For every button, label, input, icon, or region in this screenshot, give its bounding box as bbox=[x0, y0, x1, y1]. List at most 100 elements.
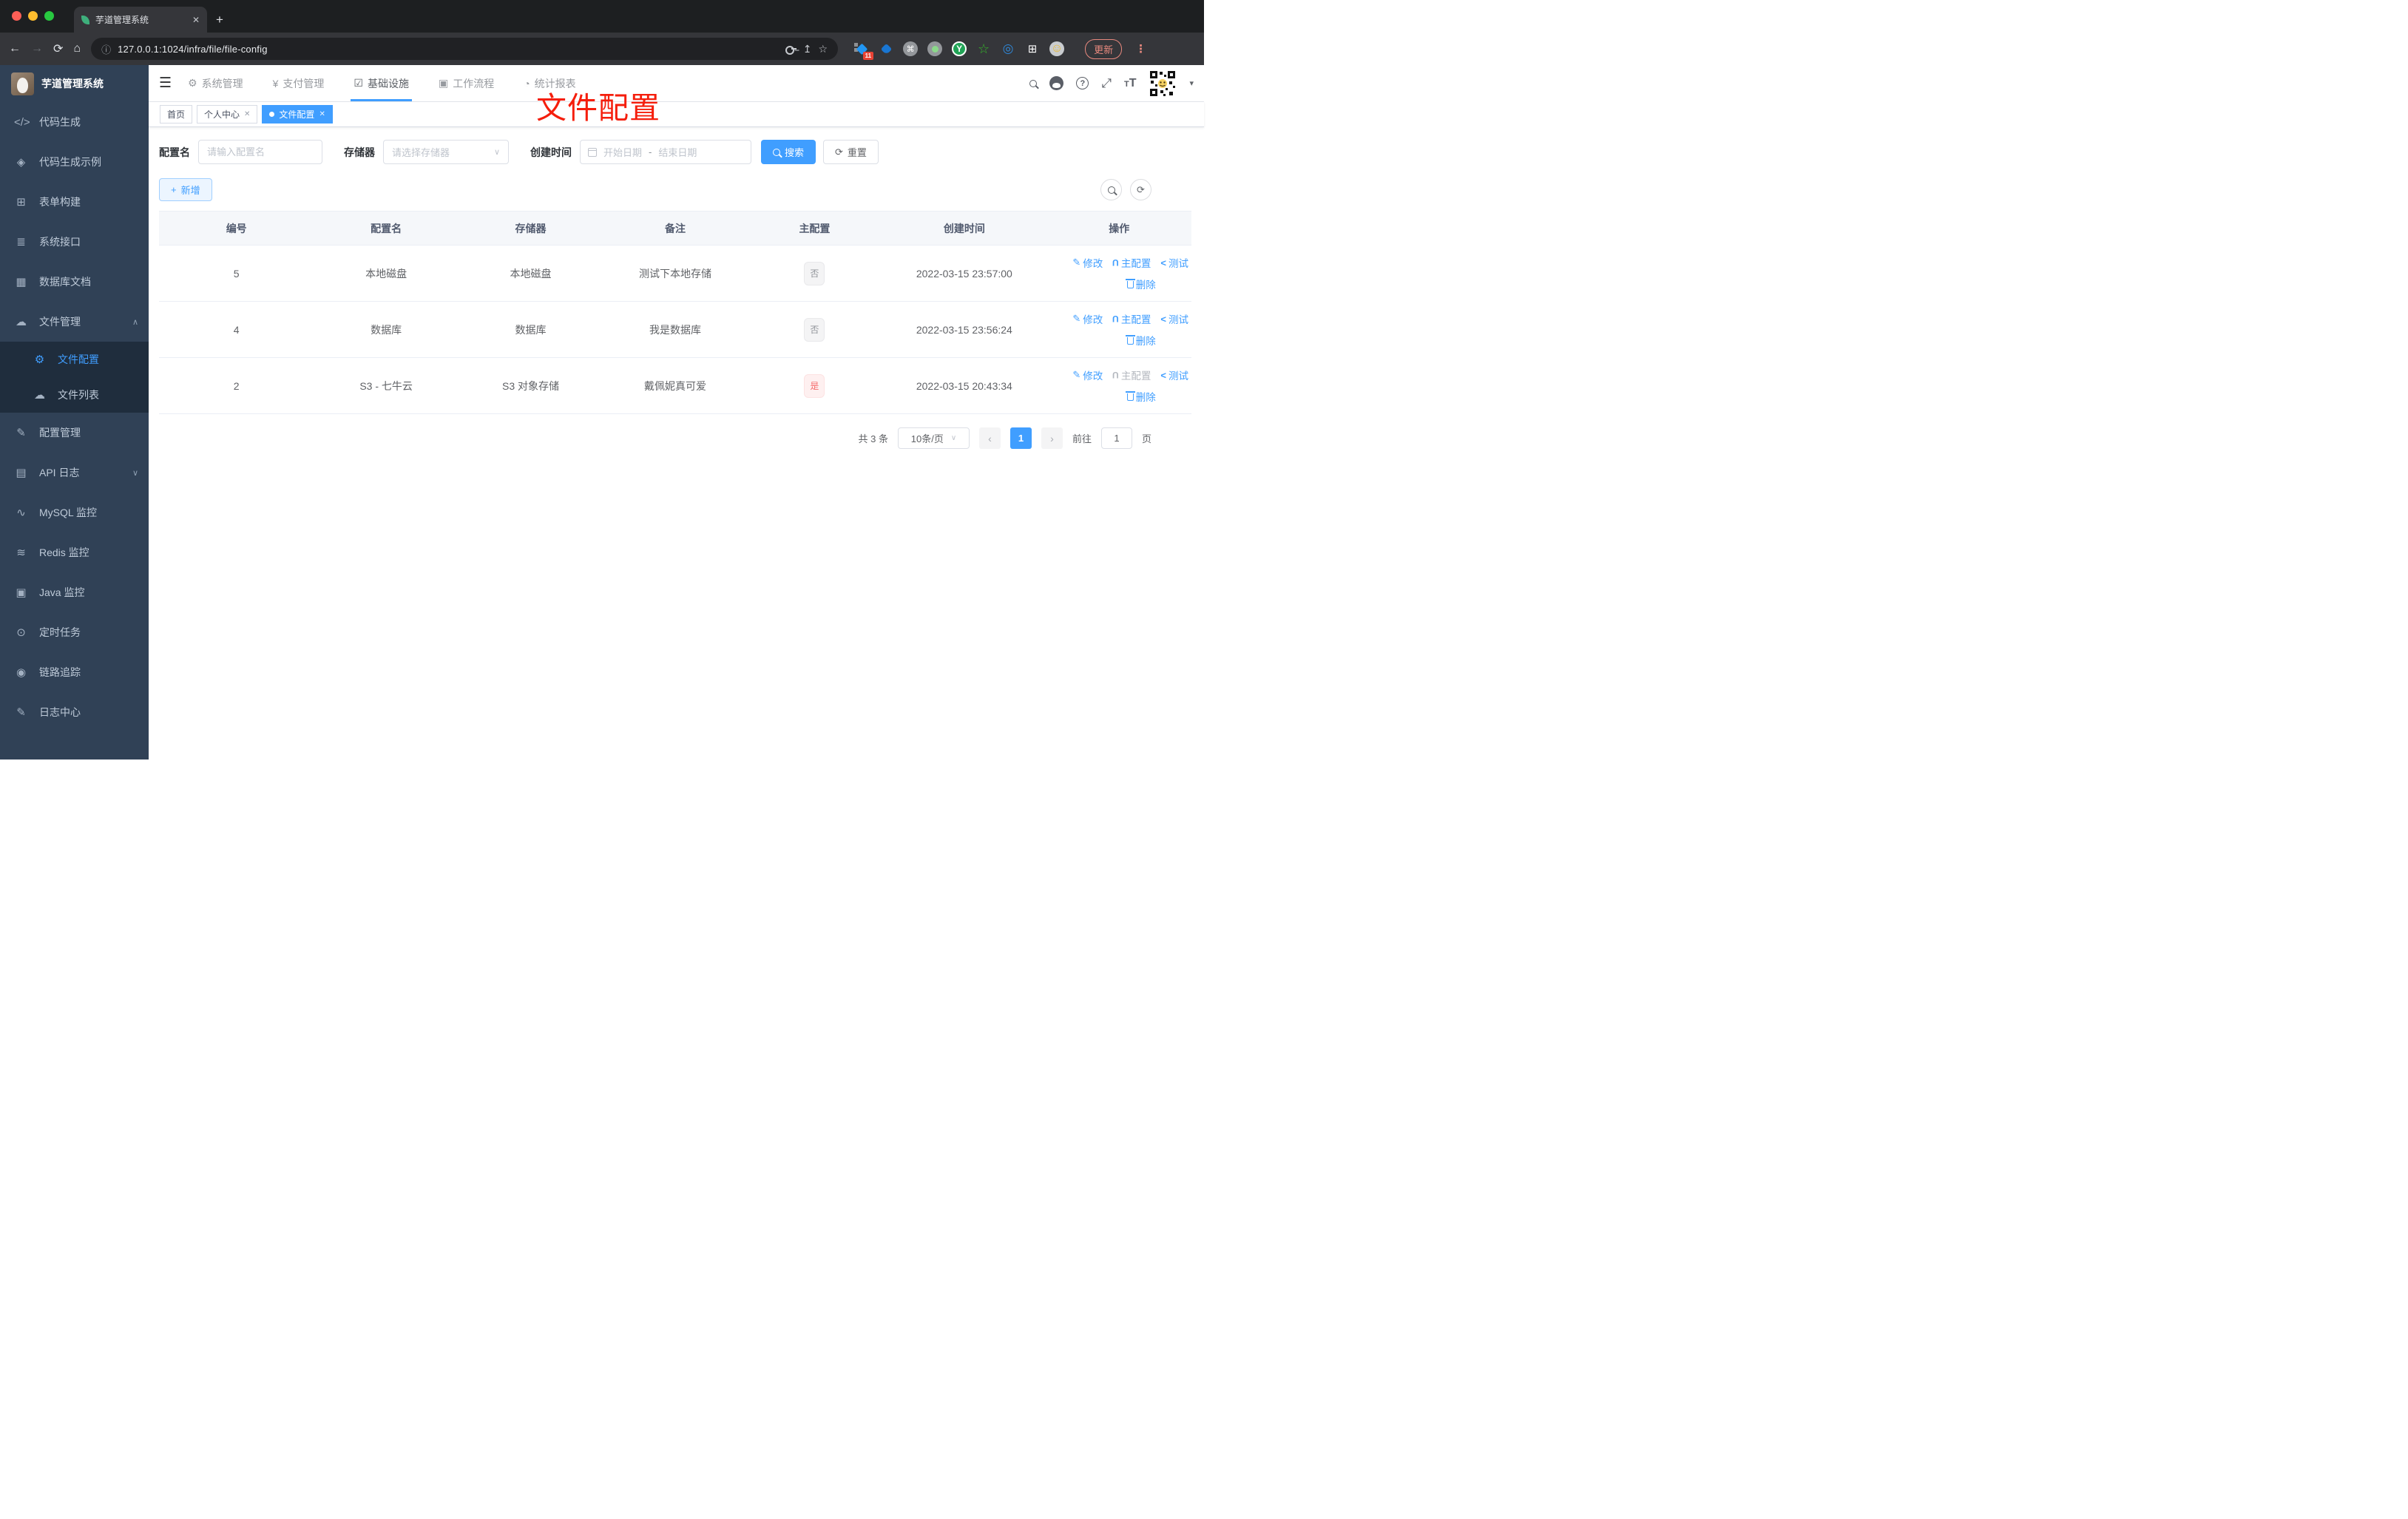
extension-star-icon[interactable]: ☆ bbox=[976, 41, 991, 56]
form-grid-icon: ⊞ bbox=[16, 196, 26, 209]
next-page-button[interactable]: › bbox=[1041, 427, 1063, 449]
app-title: 芋道管理系统 bbox=[41, 78, 104, 89]
cell-id: 5 bbox=[159, 245, 314, 302]
delete-link[interactable]: 删除 bbox=[1125, 333, 1156, 348]
trash-icon bbox=[1125, 279, 1135, 288]
browser-update-button[interactable]: 更新 bbox=[1085, 38, 1123, 59]
new-tab-button[interactable]: + bbox=[216, 13, 223, 27]
avatar-caret-icon[interactable]: ▾ bbox=[1189, 78, 1194, 88]
edit-link[interactable]: ✎ 修改 bbox=[1072, 255, 1103, 270]
share-icon[interactable]: ↥ bbox=[803, 43, 812, 55]
delete-link[interactable]: 删除 bbox=[1125, 277, 1156, 291]
reload-button[interactable]: ⟳ bbox=[53, 41, 63, 56]
sidebar-item-java-monitor[interactable]: ▣ Java 监控 bbox=[0, 572, 149, 612]
tag-file-config[interactable]: 文件配置 ✕ bbox=[262, 105, 333, 124]
tag-home[interactable]: 首页 bbox=[160, 105, 193, 124]
page-size-select[interactable]: 10条/页 ∨ bbox=[897, 427, 970, 449]
search-button[interactable]: 搜索 bbox=[761, 140, 816, 164]
page-number-button[interactable]: 1 bbox=[1009, 427, 1032, 449]
back-button[interactable]: ← bbox=[9, 42, 21, 55]
date-range-picker[interactable]: 开始日期 - 结束日期 bbox=[580, 140, 751, 164]
trash-icon bbox=[1125, 335, 1135, 345]
test-link[interactable]: < 测试 bbox=[1160, 368, 1188, 382]
sidebar-item-code-example[interactable]: ◈ 代码生成示例 bbox=[0, 142, 149, 182]
help-icon[interactable]: ? bbox=[1076, 77, 1089, 89]
test-link[interactable]: < 测试 bbox=[1160, 311, 1188, 326]
extension-y-icon[interactable]: Y bbox=[952, 41, 967, 56]
master-config-link[interactable]: U 主配置 bbox=[1112, 255, 1151, 270]
app-logo-row[interactable]: 芋道管理系统 bbox=[0, 65, 149, 102]
sidebar-item-file-config[interactable]: ⚙ 文件配置 bbox=[0, 342, 149, 377]
yen-icon: ¥ bbox=[272, 77, 279, 89]
tab-close-icon[interactable]: ✕ bbox=[192, 15, 200, 25]
sidebar-item-api-log[interactable]: ▤ API 日志 ∨ bbox=[0, 453, 149, 493]
reset-icon: ⟳ bbox=[835, 146, 843, 158]
close-icon[interactable]: ✕ bbox=[319, 110, 325, 118]
test-link[interactable]: < 测试 bbox=[1160, 255, 1188, 270]
browser-tab-strip: 芋道管理系统 ✕ + bbox=[0, 0, 1204, 33]
url-bar[interactable]: ⓘ 127.0.0.1:1024/infra/file/file-config … bbox=[91, 38, 839, 60]
tag-profile[interactable]: 个人中心 ✕ bbox=[197, 105, 258, 124]
github-icon[interactable] bbox=[1049, 76, 1064, 90]
nav-item-reports[interactable]: ◔ 统计报表 bbox=[524, 65, 575, 101]
create-time-label: 创建时间 bbox=[530, 146, 572, 158]
sidebar-item-log-center[interactable]: ✎ 日志中心 bbox=[0, 692, 149, 732]
font-size-icon[interactable]: TT bbox=[1124, 77, 1137, 90]
chevron-down-icon: ∨ bbox=[132, 468, 138, 478]
extension-blocker-icon[interactable]: 11 bbox=[854, 41, 874, 60]
sidebar-item-redis-monitor[interactable]: ≋ Redis 监控 bbox=[0, 532, 149, 572]
site-info-icon[interactable]: ⓘ bbox=[101, 42, 111, 56]
home-button[interactable]: ⌂ bbox=[73, 42, 81, 55]
sidebar-item-file-list[interactable]: ☁ 文件列表 bbox=[0, 377, 149, 413]
nav-item-payment[interactable]: ¥ 支付管理 bbox=[273, 65, 325, 101]
nav-item-system[interactable]: ⚙ 系统管理 bbox=[188, 65, 243, 101]
extension-eye-icon[interactable]: ◎ bbox=[1001, 41, 1015, 56]
search-icon[interactable] bbox=[1029, 79, 1038, 87]
password-key-icon[interactable] bbox=[785, 46, 797, 55]
toggle-search-button[interactable] bbox=[1100, 179, 1122, 200]
add-button[interactable]: + 新增 bbox=[159, 178, 212, 201]
zoom-window-button[interactable] bbox=[44, 11, 54, 21]
pencil-icon: ✎ bbox=[1072, 313, 1081, 324]
fullscreen-icon[interactable]: ⤢ bbox=[1101, 76, 1112, 91]
delete-link[interactable]: 删除 bbox=[1125, 389, 1156, 404]
profile-avatar-icon[interactable]: ☺ bbox=[1049, 41, 1065, 56]
sidebar-item-config-management[interactable]: ✎ 配置管理 bbox=[0, 413, 149, 453]
extension-record-icon[interactable] bbox=[927, 41, 943, 56]
sidebar-item-system-api[interactable]: ≣ 系统接口 bbox=[0, 222, 149, 262]
goto-page-input[interactable] bbox=[1100, 427, 1132, 449]
cell-remark: 我是数据库 bbox=[603, 301, 748, 358]
forward-button[interactable]: → bbox=[31, 42, 43, 55]
sidebar-item-trace[interactable]: ◉ 链路追踪 bbox=[0, 652, 149, 692]
sidebar-item-db-doc[interactable]: ▦ 数据库文档 bbox=[0, 262, 149, 302]
sidebar-item-file-management[interactable]: ☁ 文件管理 ∧ bbox=[0, 302, 149, 342]
sidebar-item-form-builder[interactable]: ⊞ 表单构建 bbox=[0, 182, 149, 222]
edit-link[interactable]: ✎ 修改 bbox=[1072, 368, 1103, 382]
extension-kite-icon[interactable] bbox=[879, 41, 893, 56]
master-config-link[interactable]: U 主配置 bbox=[1112, 311, 1151, 326]
prev-page-button[interactable]: ‹ bbox=[978, 427, 1001, 449]
reset-button[interactable]: ⟳ 重置 bbox=[823, 140, 879, 164]
minimize-window-button[interactable] bbox=[28, 11, 38, 21]
refresh-button[interactable]: ⟳ bbox=[1130, 179, 1151, 200]
user-avatar-qr[interactable] bbox=[1149, 69, 1177, 98]
sidebar-item-code-generation[interactable]: </> 代码生成 bbox=[0, 102, 149, 142]
extensions-puzzle-icon[interactable]: ⊞ bbox=[1025, 41, 1040, 56]
bookmark-star-icon[interactable]: ☆ bbox=[819, 43, 828, 55]
storage-select[interactable]: 请选择存储器 ∨ bbox=[383, 140, 509, 164]
window-controls bbox=[12, 11, 54, 21]
config-name-input[interactable] bbox=[198, 140, 322, 164]
close-window-button[interactable] bbox=[12, 11, 21, 21]
cell-time: 2022-03-15 23:57:00 bbox=[882, 245, 1047, 302]
close-icon[interactable]: ✕ bbox=[244, 110, 250, 118]
nav-item-workflow[interactable]: ▣ 工作流程 bbox=[439, 65, 494, 101]
sidebar-item-scheduled-jobs[interactable]: ⊙ 定时任务 bbox=[0, 612, 149, 652]
sidebar-collapse-button[interactable]: ☰ bbox=[159, 75, 172, 92]
cell-name: 数据库 bbox=[314, 301, 459, 358]
sidebar-item-mysql-monitor[interactable]: ∿ MySQL 监控 bbox=[0, 493, 149, 532]
browser-menu-button[interactable]: ⋮ bbox=[1135, 42, 1146, 55]
browser-tab[interactable]: 芋道管理系统 ✕ bbox=[74, 7, 207, 33]
edit-link[interactable]: ✎ 修改 bbox=[1072, 311, 1103, 326]
extension-command-icon[interactable]: ⌘ bbox=[903, 41, 919, 56]
nav-item-infrastructure[interactable]: ☑ 基础设施 bbox=[351, 65, 412, 101]
